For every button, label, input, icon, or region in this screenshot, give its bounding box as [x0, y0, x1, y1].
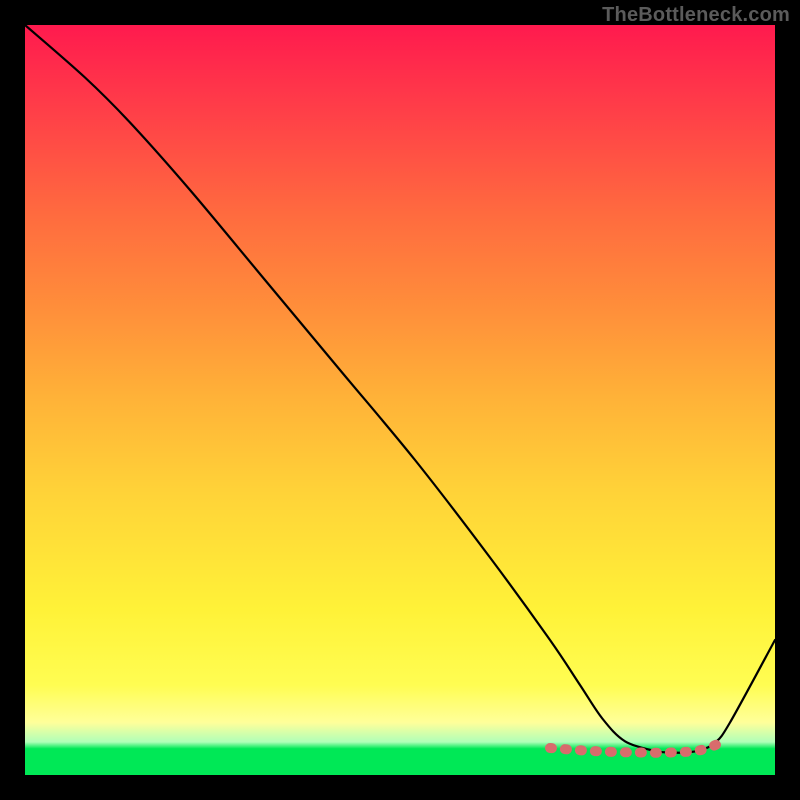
plot-area: [25, 25, 775, 775]
chart-stage: TheBottleneck.com: [0, 0, 800, 800]
smooth-curve-path: [25, 25, 775, 753]
curve-layer: [25, 25, 775, 775]
bottom-accent-path: [550, 742, 723, 753]
watermark-label: TheBottleneck.com: [602, 4, 790, 27]
